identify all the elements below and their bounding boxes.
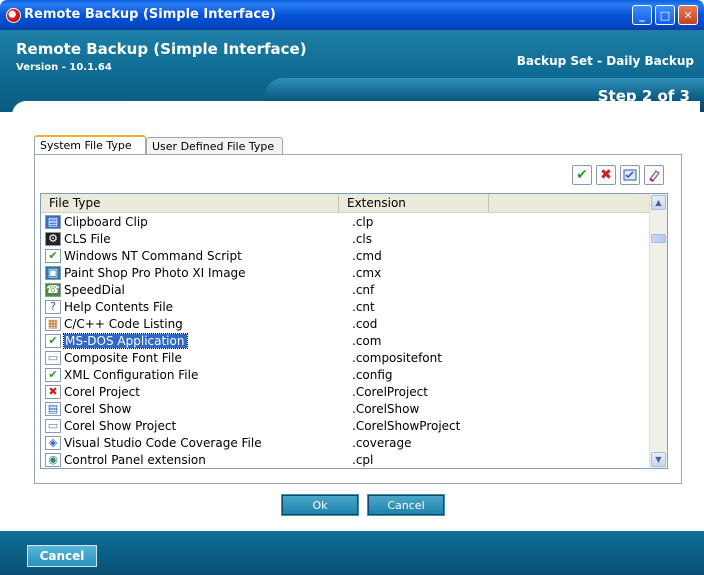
column-header-blank — [489, 194, 651, 212]
header-banner: Remote Backup (Simple Interface) Version… — [0, 30, 704, 112]
file-type-label: Control Panel extension — [64, 452, 206, 467]
extension-label: .clp — [352, 214, 374, 229]
list-body: ▤ Clipboard Clip .clp ⚙ CLS File .cls ✔ Windows… — [41, 213, 651, 468]
list-item[interactable]: ▭ Composite Font File .compositefont — [41, 349, 651, 366]
extension-label: .CorelShowProject — [352, 418, 461, 433]
extension-label: .cpl — [352, 452, 374, 467]
file-type-label: SpeedDial — [64, 282, 125, 297]
maximize-button[interactable]: □ — [655, 5, 675, 25]
list-item[interactable]: ✔ XML Configuration File .config — [41, 366, 651, 383]
file-type-label: Help Contents File — [64, 299, 174, 314]
x-icon: ✖ — [45, 384, 61, 399]
close-button[interactable]: ✕ — [678, 5, 698, 25]
list-item[interactable]: ▤ Corel Show .CorelShow — [41, 400, 651, 417]
gear-icon: ⚙ — [45, 231, 61, 246]
extension-label: .cnt — [352, 299, 375, 314]
clear-button[interactable] — [644, 165, 664, 185]
select-all-button[interactable]: ✔ — [572, 165, 592, 185]
extension-label: .cmd — [352, 248, 382, 263]
check-icon: ✔ — [45, 333, 61, 348]
file-type-label: Corel Project — [64, 384, 140, 399]
column-header-file-type[interactable]: File Type — [41, 194, 339, 212]
file-type-label: Visual Studio Code Coverage File — [64, 435, 262, 450]
file-type-label: Windows NT Command Script — [64, 248, 242, 263]
clipboard-icon: ▤ — [45, 214, 61, 229]
app-name: Remote Backup (Simple Interface) — [16, 40, 307, 58]
file-type-label: C/C++ Code Listing — [64, 316, 183, 331]
extension-label: .cls — [352, 231, 372, 246]
list-item[interactable]: ✔ MS-DOS Application .com — [41, 332, 651, 349]
file-type-label: Corel Show — [64, 401, 132, 416]
list-item[interactable]: ▦ C/C++ Code Listing .cod — [41, 315, 651, 332]
ok-button[interactable]: Ok — [281, 494, 359, 516]
file-type-label: MS-DOS Application — [62, 332, 189, 349]
extension-label: .CorelShow — [352, 401, 420, 416]
tab-user-defined-file-type[interactable]: User Defined File Type — [146, 137, 283, 155]
list-item[interactable]: ✔ Windows NT Command Script .cmd — [41, 247, 651, 264]
extension-label: .coverage — [352, 435, 412, 450]
eraser-icon — [649, 170, 660, 182]
scroll-up-arrow-icon[interactable]: ▲ — [651, 195, 666, 210]
file-type-label: CLS File — [64, 231, 111, 246]
backup-set-label: Backup Set - Daily Backup — [516, 54, 694, 68]
image-icon: ▣ — [45, 265, 61, 280]
list-item[interactable]: ▤ Clipboard Clip .clp — [41, 213, 651, 230]
minimize-button[interactable]: _ — [632, 5, 652, 25]
list-item[interactable]: ✖ Corel Project .CorelProject — [41, 383, 651, 400]
select-files-button[interactable] — [620, 165, 640, 185]
vertical-scrollbar[interactable]: ▲ ▼ — [649, 194, 667, 468]
list-item[interactable]: ▣ Paint Shop Pro Photo XI Image .cmx — [41, 264, 651, 281]
extension-label: .cmx — [352, 265, 382, 280]
cancel-footer-button[interactable]: Cancel — [27, 545, 97, 567]
version-label: Version - 10.1.64 — [16, 62, 112, 73]
window-title: Remote Backup (Simple Interface) — [24, 7, 276, 22]
extension-label: .CorelProject — [352, 384, 428, 399]
scroll-thumb[interactable] — [651, 234, 666, 243]
xml-icon: ✔ — [45, 367, 61, 382]
list-item[interactable]: ◉ Control Panel extension .cpl — [41, 451, 651, 468]
list-item[interactable]: ⚙ CLS File .cls — [41, 230, 651, 247]
footer-bar: Cancel — [0, 531, 704, 575]
file-type-list[interactable]: File Type Extension ▤ Clipboard Clip .clp ⚙… — [40, 193, 668, 469]
file-type-label: Corel Show Project — [64, 418, 177, 433]
extension-label: .cnf — [352, 282, 375, 297]
cross-icon: ✖ — [600, 167, 612, 183]
scroll-down-arrow-icon[interactable]: ▼ — [651, 452, 666, 467]
list-header: File Type Extension — [41, 194, 651, 213]
document-icon: ▤ — [45, 401, 61, 416]
code-icon: ▦ — [45, 316, 61, 331]
select-icon — [623, 169, 637, 181]
file-type-label: Paint Shop Pro Photo XI Image — [64, 265, 246, 280]
app-icon[interactable] — [6, 8, 21, 23]
file-type-label: XML Configuration File — [64, 367, 199, 382]
deselect-all-button[interactable]: ✖ — [596, 165, 616, 185]
file-icon: ▭ — [45, 418, 61, 433]
extension-label: .com — [352, 333, 382, 348]
check-icon: ✔ — [45, 248, 61, 263]
list-item[interactable]: ▭ Corel Show Project .CorelShowProject — [41, 417, 651, 434]
list-item[interactable]: ◈ Visual Studio Code Coverage File .covera… — [41, 434, 651, 451]
title-bar: Remote Backup (Simple Interface) _ □ ✕ — [0, 0, 704, 30]
list-item[interactable]: ? Help Contents File .cnt — [41, 298, 651, 315]
file-icon: ▭ — [45, 350, 61, 365]
file-type-label: Composite Font File — [64, 350, 182, 365]
list-item[interactable]: ☎ SpeedDial .cnf — [41, 281, 651, 298]
extension-label: .compositefont — [352, 350, 442, 365]
file-type-label: Clipboard Clip — [64, 214, 148, 229]
extension-label: .cod — [352, 316, 378, 331]
extension-label: .config — [352, 367, 393, 382]
speeddial-icon: ☎ — [45, 282, 61, 297]
tab-system-file-type[interactable]: System File Type — [34, 135, 146, 155]
control-panel-icon: ◉ — [45, 452, 61, 467]
column-header-extension[interactable]: Extension — [339, 194, 489, 212]
check-icon: ✔ — [576, 167, 588, 183]
coverage-icon: ◈ — [45, 435, 61, 450]
help-icon: ? — [45, 299, 61, 314]
cancel-dialog-button[interactable]: Cancel — [367, 494, 445, 516]
